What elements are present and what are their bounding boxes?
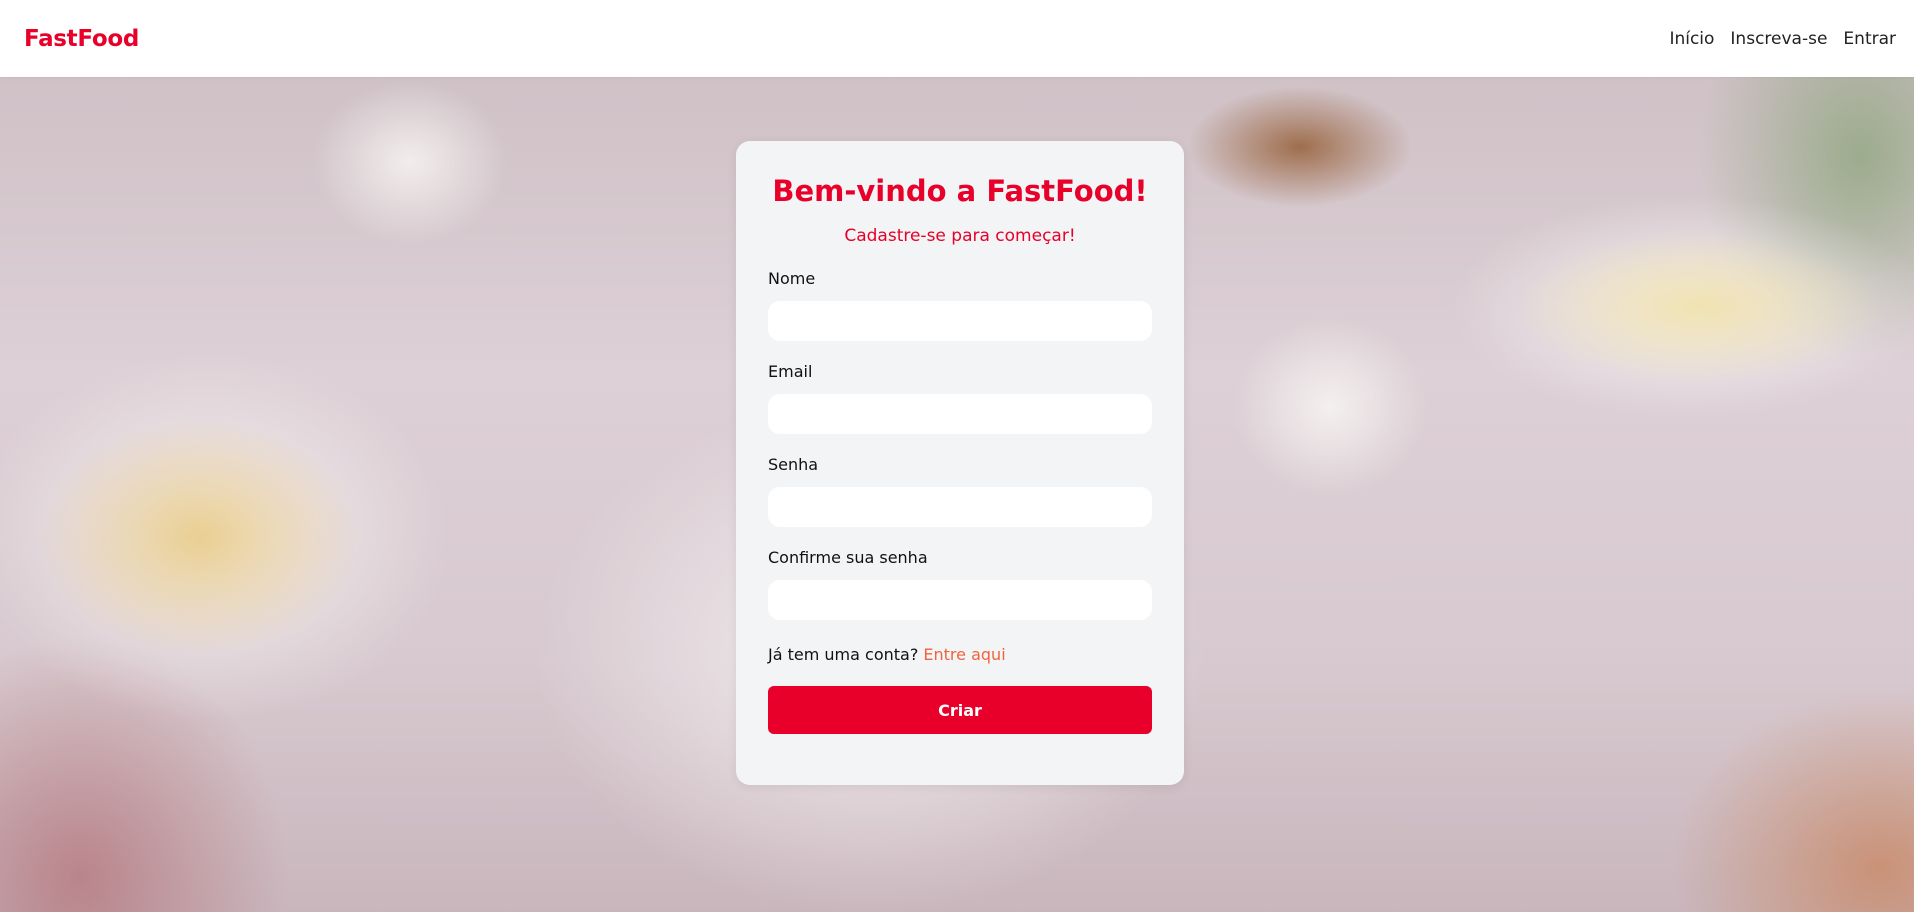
nav-links: Início Inscreva-se Entrar bbox=[1669, 29, 1896, 49]
password-label: Senha bbox=[768, 455, 819, 474]
name-label: Nome bbox=[768, 269, 816, 288]
login-prompt-text: Já tem uma conta? bbox=[768, 645, 919, 664]
card-subtitle: Cadastre-se para começar! bbox=[844, 226, 1076, 246]
card-title: Bem-vindo a FastFood! bbox=[772, 174, 1148, 208]
login-prompt-row: Já tem uma conta? Entre aqui bbox=[768, 644, 1152, 666]
confirm-password-label: Confirme sua senha bbox=[768, 548, 928, 567]
nav-link-inscreva-se[interactable]: Inscreva-se bbox=[1730, 29, 1827, 49]
name-field-group: Nome bbox=[768, 269, 1152, 341]
create-account-button[interactable]: Criar bbox=[768, 686, 1152, 734]
login-link[interactable]: Entre aqui bbox=[923, 645, 1005, 664]
password-input[interactable] bbox=[768, 487, 1152, 527]
email-label: Email bbox=[768, 362, 813, 381]
confirm-password-input[interactable] bbox=[768, 580, 1152, 620]
navbar: FastFood Início Inscreva-se Entrar bbox=[0, 0, 1914, 77]
nav-link-entrar[interactable]: Entrar bbox=[1843, 29, 1896, 49]
password-field-group: Senha bbox=[768, 455, 1152, 527]
nav-link-inicio[interactable]: Início bbox=[1669, 29, 1714, 49]
name-input[interactable] bbox=[768, 301, 1152, 341]
confirm-password-field-group: Confirme sua senha bbox=[768, 548, 1152, 620]
brand-logo-link[interactable]: FastFood bbox=[24, 26, 139, 52]
email-input[interactable] bbox=[768, 394, 1152, 434]
email-field-group: Email bbox=[768, 362, 1152, 434]
signup-card: Bem-vindo a FastFood! Cadastre-se para c… bbox=[736, 141, 1184, 785]
